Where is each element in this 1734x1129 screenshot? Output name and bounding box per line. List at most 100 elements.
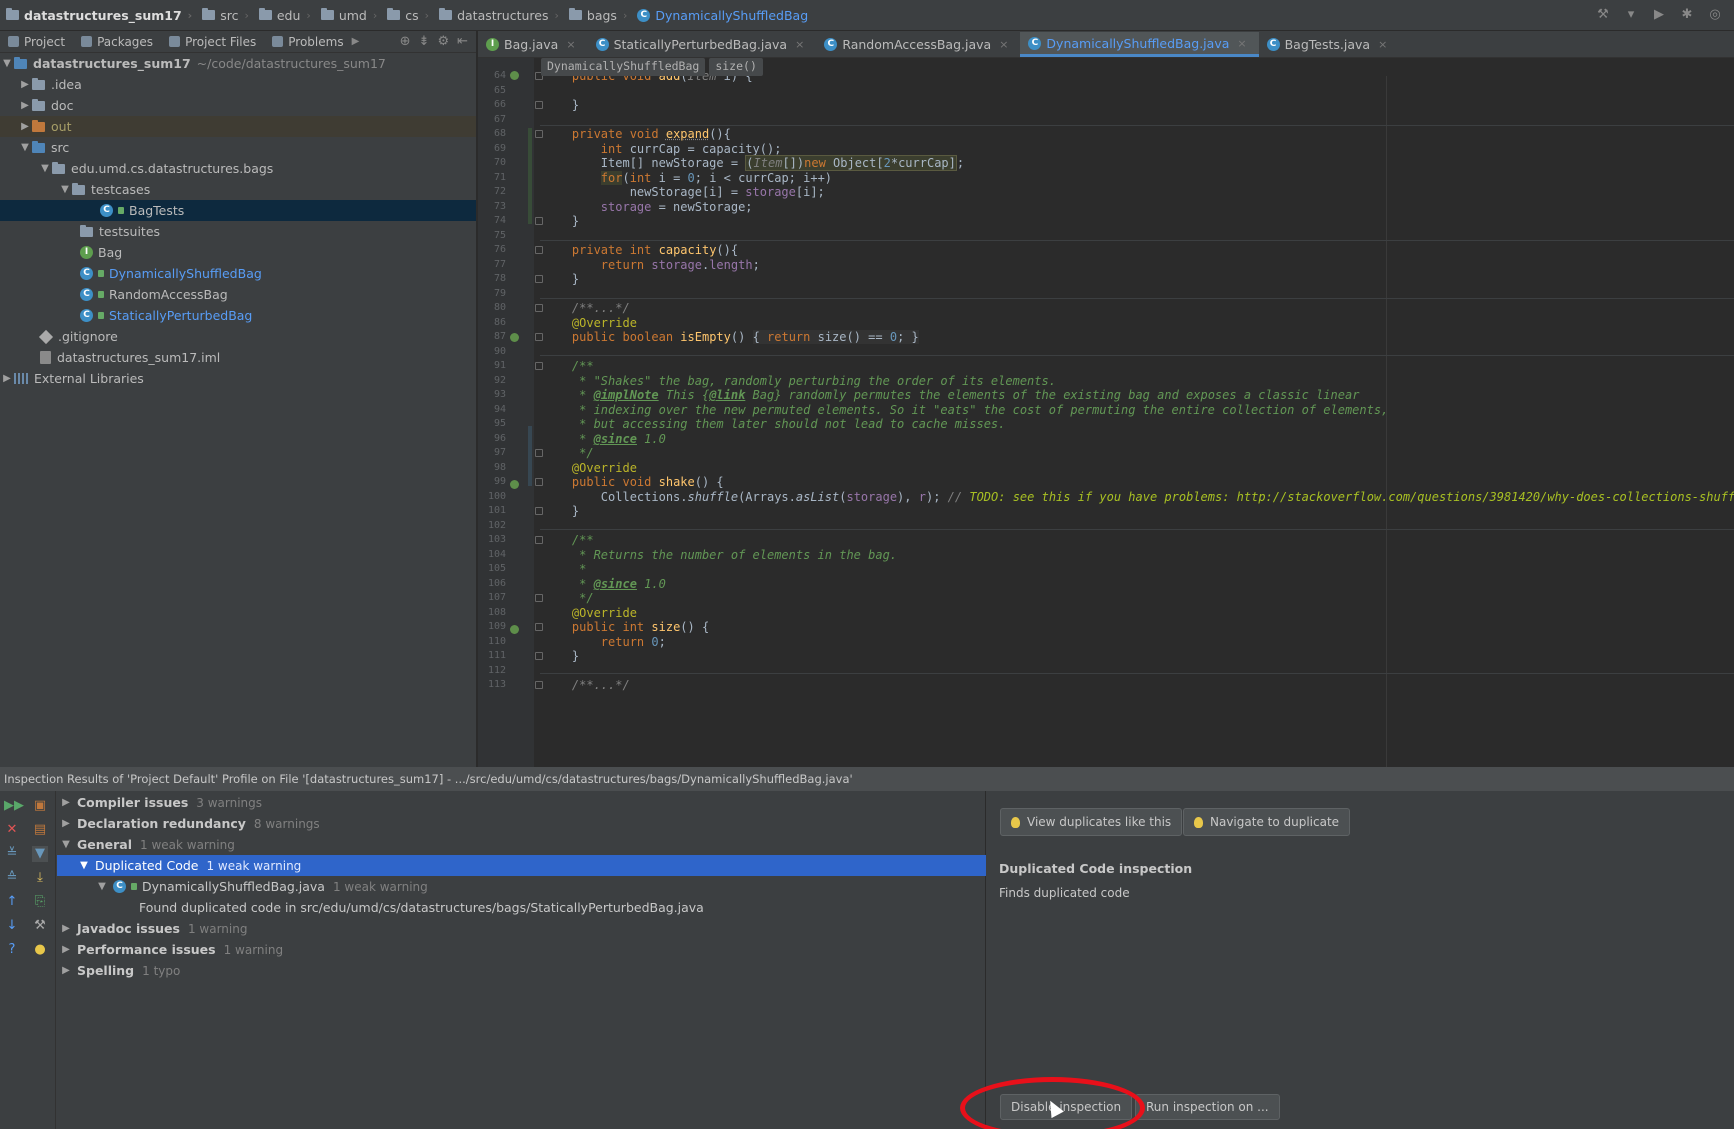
editor-breadcrumb-class[interactable]: DynamicallyShuffledBag: [541, 58, 706, 76]
tree-item-doc[interactable]: ▶ doc: [0, 95, 476, 116]
inspection-group-compiler[interactable]: ▶ Compiler issues 3 warnings: [57, 792, 986, 813]
debug-icon[interactable]: ✱: [1678, 7, 1696, 23]
inspection-file-dynamically-shuffled-bag[interactable]: ▼ C DynamicallyShuffledBag.java 1 weak warn…: [57, 876, 986, 897]
tree-item-bagtests[interactable]: C BagTests: [0, 200, 476, 221]
breadcrumb-class[interactable]: C DynamicallyShuffledBag: [637, 8, 808, 23]
breadcrumb-cs[interactable]: cs ›: [387, 8, 429, 23]
fold-icon[interactable]: [535, 449, 543, 457]
inspection-group-general[interactable]: ▼ General 1 weak warning: [57, 834, 986, 855]
tree-item-external-libraries[interactable]: ▶ External Libraries: [0, 368, 476, 389]
tab-packages[interactable]: Packages: [73, 31, 161, 53]
close-icon[interactable]: ×: [1237, 37, 1246, 50]
tree-item-random-access-bag[interactable]: C RandomAccessBag: [0, 284, 476, 305]
close-icon[interactable]: ×: [795, 38, 804, 51]
implements-marker-icon[interactable]: [510, 625, 519, 634]
breadcrumb-umd[interactable]: umd ›: [320, 8, 377, 23]
fold-icon[interactable]: [535, 681, 543, 689]
export-icon[interactable]: ⤓: [32, 870, 48, 886]
build-icon[interactable]: ⚒: [1594, 7, 1612, 23]
breadcrumb-edu[interactable]: edu ›: [258, 8, 311, 23]
close-icon[interactable]: ×: [566, 38, 575, 51]
inspection-group-declaration-redundancy[interactable]: ▶ Declaration redundancy 8 warnings: [57, 813, 986, 834]
tab-project[interactable]: Project: [0, 31, 73, 53]
fold-icon[interactable]: [535, 217, 543, 225]
coverage-icon[interactable]: ◎: [1706, 7, 1724, 23]
fold-icon[interactable]: [535, 478, 543, 486]
inspection-group-performance[interactable]: ▶ Performance issues 1 warning: [57, 939, 986, 960]
fold-icon[interactable]: [535, 130, 543, 138]
tab-dynamically-shuffled-bag[interactable]: C DynamicallyShuffledBag.java ×: [1020, 32, 1259, 57]
fold-icon[interactable]: [535, 275, 543, 283]
fold-icon[interactable]: [535, 246, 543, 254]
breadcrumb-src[interactable]: src ›: [202, 8, 249, 23]
filter-icon[interactable]: ▼: [32, 846, 48, 862]
gear-icon[interactable]: ⚙: [437, 34, 449, 49]
tree-item-idea[interactable]: ▶ .idea: [0, 74, 476, 95]
edit-settings-icon[interactable]: ⎘: [32, 894, 48, 910]
close-icon[interactable]: ×: [1378, 38, 1387, 51]
close-icon[interactable]: ×: [999, 38, 1008, 51]
tab-bagtests[interactable]: C BagTests.java ×: [1259, 32, 1400, 57]
tab-random-access-bag[interactable]: C RandomAccessBag.java ×: [816, 32, 1020, 57]
inspection-group-javadoc[interactable]: ▶ Javadoc issues 1 warning: [57, 918, 986, 939]
implements-marker-icon[interactable]: [510, 333, 519, 342]
run-inspection-button[interactable]: Run inspection on ...: [1135, 1094, 1280, 1120]
breadcrumb-datastructures[interactable]: datastructures ›: [439, 8, 559, 23]
disable-inspection-button[interactable]: Disable inspection: [1000, 1094, 1133, 1120]
tree-item-src[interactable]: ▼ src: [0, 137, 476, 158]
collapse-all-icon[interactable]: ⇟: [419, 34, 430, 49]
implements-marker-icon[interactable]: [510, 71, 519, 80]
tree-item-statically-perturbed-bag[interactable]: C StaticallyPerturbedBag: [0, 305, 476, 326]
vcs-change-marker[interactable]: [528, 128, 532, 224]
tab-project-files[interactable]: Project Files: [161, 31, 264, 53]
tree-item-root[interactable]: ▼ datastructures_sum17 ~/code/datastructur…: [0, 53, 476, 74]
fold-icon[interactable]: [535, 362, 543, 370]
implements-marker-icon[interactable]: [510, 480, 519, 489]
fold-icon[interactable]: [535, 623, 543, 631]
run-config-dropdown-icon[interactable]: ▾: [1622, 7, 1640, 23]
locate-icon[interactable]: ⊕: [400, 34, 411, 49]
collapse-all-icon[interactable]: ≙: [4, 870, 20, 886]
tab-statically-perturbed-bag[interactable]: C StaticallyPerturbedBag.java ×: [588, 32, 817, 57]
tree-item-dynamically-shuffled-bag[interactable]: C DynamicallyShuffledBag: [0, 263, 476, 284]
fold-icon[interactable]: [535, 594, 543, 602]
inspection-item-duplicated-code[interactable]: ▼ Duplicated Code 1 weak warning: [57, 855, 986, 876]
next-problem-icon[interactable]: ↓: [4, 918, 20, 934]
expand-all-icon[interactable]: ≚: [4, 846, 20, 862]
code-editor[interactable]: DynamicallyShuffledBag size() 64 65 66 67 68…: [478, 58, 1734, 767]
tree-item-out[interactable]: ▶ out: [0, 116, 476, 137]
fold-icon[interactable]: [535, 507, 543, 515]
tab-bag-java[interactable]: I Bag.java ×: [478, 32, 588, 57]
breadcrumb-project[interactable]: datastructures_sum17 ›: [6, 8, 192, 23]
fold-icon[interactable]: [535, 536, 543, 544]
tree-item-package[interactable]: ▼ edu.umd.cs.datastructures.bags: [0, 158, 476, 179]
view-duplicates-button[interactable]: View duplicates like this: [1000, 808, 1183, 836]
help-icon[interactable]: ?: [4, 942, 20, 958]
fold-icon[interactable]: [535, 652, 543, 660]
group-by-severity-icon[interactable]: ▣: [32, 798, 48, 814]
tab-problems[interactable]: Problems: [264, 31, 351, 53]
hide-icon[interactable]: ⇤: [457, 34, 468, 49]
tree-item-iml[interactable]: datastructures_sum17.iml: [0, 347, 476, 368]
inspection-group-spelling[interactable]: ▶ Spelling 1 typo: [57, 960, 986, 981]
tree-item-testcases[interactable]: ▼ testcases: [0, 179, 476, 200]
editor-breadcrumb-method[interactable]: size(): [709, 58, 763, 76]
group-by-directory-icon[interactable]: ▤: [32, 822, 48, 838]
previous-problem-icon[interactable]: ↑: [4, 894, 20, 910]
breadcrumb-bags[interactable]: bags ›: [568, 8, 627, 23]
tree-item-gitignore[interactable]: .gitignore: [0, 326, 476, 347]
tree-item-bag[interactable]: I Bag: [0, 242, 476, 263]
close-icon[interactable]: ✕: [4, 822, 20, 838]
run-icon[interactable]: ▶: [1650, 7, 1668, 23]
fold-icon[interactable]: [535, 101, 543, 109]
navigate-to-duplicate-button[interactable]: Navigate to duplicate: [1183, 808, 1351, 836]
fold-icon[interactable]: [535, 333, 543, 341]
tree-item-testsuites[interactable]: testsuites: [0, 221, 476, 242]
inspection-problem-duplicate[interactable]: Found duplicated code in src/edu/umd/cs/…: [57, 897, 986, 918]
fold-icon[interactable]: [535, 304, 543, 312]
bulb-icon[interactable]: ●: [32, 942, 48, 958]
vcs-change-marker[interactable]: [528, 426, 532, 486]
more-tabs-icon[interactable]: ▶: [352, 36, 360, 47]
rerun-icon[interactable]: ▶▶: [4, 798, 24, 814]
wrench-icon[interactable]: ⚒: [32, 918, 48, 934]
